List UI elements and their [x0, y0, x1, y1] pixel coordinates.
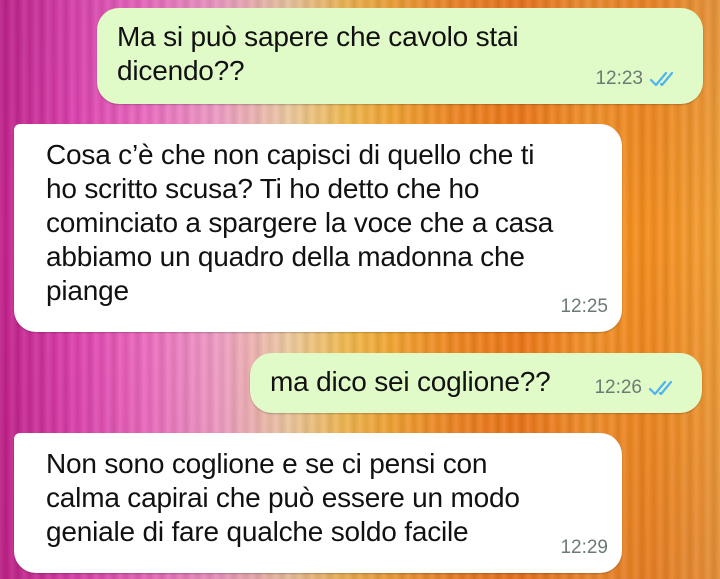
message-bubble-outgoing[interactable]: ma dico sei coglione?? 12:26	[250, 353, 702, 413]
message-timestamp: 12:26	[594, 377, 642, 398]
message-timestamp: 12:23	[595, 68, 643, 89]
message-timestamp: 12:25	[560, 296, 608, 317]
message-text: Cosa c’è che non capisci di quello che t…	[46, 139, 554, 306]
message-bubble-incoming[interactable]: Non sono coglione e se ci pensi con calm…	[14, 433, 622, 573]
message-bubble-incoming[interactable]: Cosa c’è che non capisci di quello che t…	[14, 124, 622, 332]
double-check-read-icon	[649, 70, 679, 88]
message-timestamp: 12:29	[560, 537, 608, 558]
message-text: Non sono coglione e se ci pensi con calm…	[46, 448, 520, 547]
message-bubble-outgoing[interactable]: Ma si può sapere che cavolo stai dicendo…	[97, 8, 703, 104]
double-check-read-icon	[648, 379, 678, 397]
